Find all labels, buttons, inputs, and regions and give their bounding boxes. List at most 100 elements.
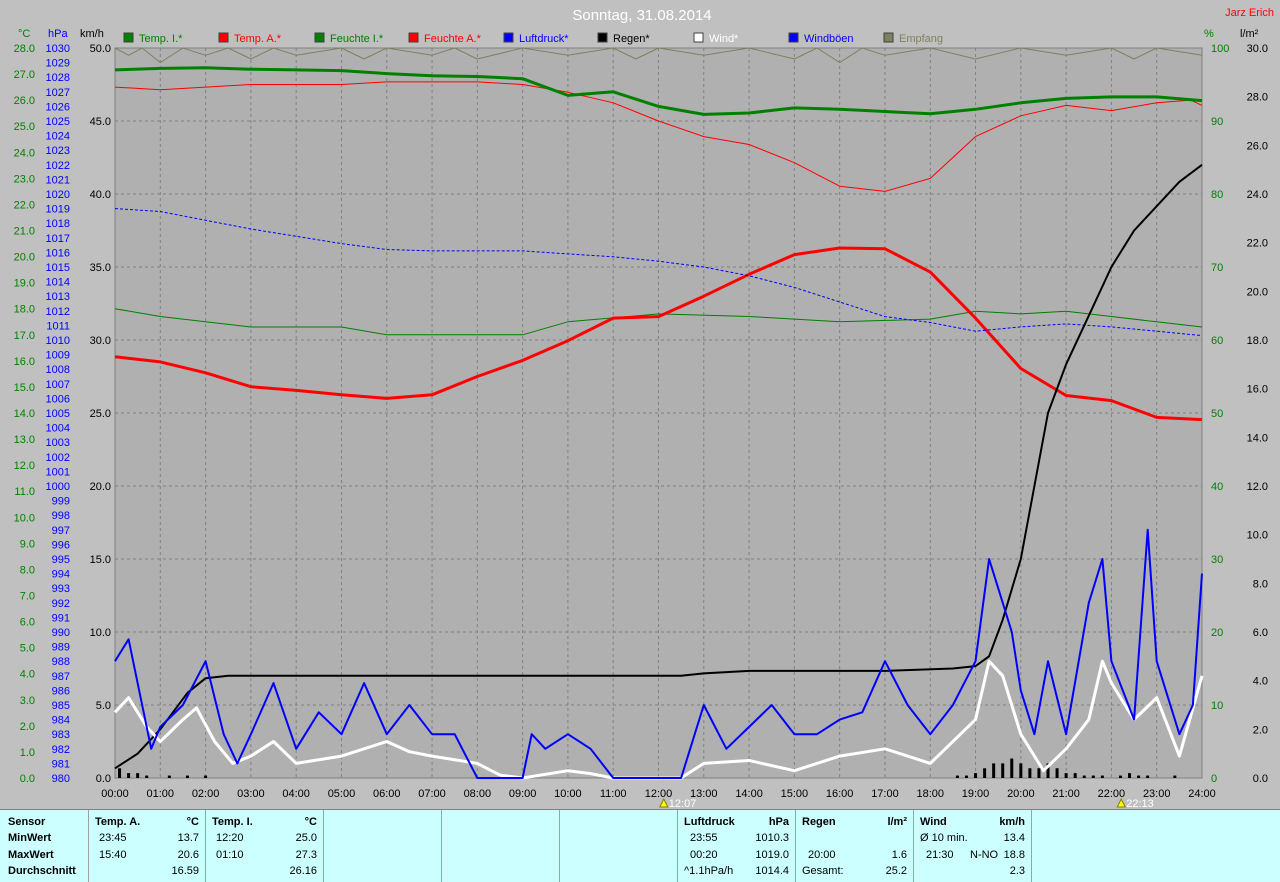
pressure-tick-label: 1006: [46, 393, 70, 405]
pressure-tick-label: 1024: [46, 131, 70, 143]
pressure-tick-label: 1013: [46, 291, 70, 303]
wind-tick-label: 20.0: [90, 481, 111, 493]
temp-tick-label: 5.0: [20, 643, 35, 655]
x-tick-label: 11:00: [600, 788, 627, 800]
x-tick-label: 03:00: [237, 788, 265, 800]
temp-tick-label: 12.0: [14, 460, 35, 472]
temp-tick-label: 14.0: [14, 408, 35, 420]
pressure-tick-label: 1027: [46, 87, 70, 99]
rain-tick-label: 10.0: [1247, 530, 1268, 542]
x-tick-label: 04:00: [282, 788, 310, 800]
rain-bar: [992, 763, 996, 778]
rain-tick-label: 14.0: [1247, 432, 1268, 444]
humidity-tick-label: 30: [1211, 554, 1223, 566]
stats-temp-a: Temp. A. °C 23:45 13.7 15:40 20.6 16.59: [89, 810, 206, 882]
x-tick-label: 24:00: [1188, 788, 1216, 800]
humidity-unit-label: %: [1204, 28, 1214, 40]
rain-bar: [127, 773, 131, 778]
pressure-tick-label: 991: [52, 612, 70, 624]
x-tick-label: 21:00: [1052, 788, 1080, 800]
temp-tick-label: 6.0: [20, 617, 35, 629]
temp-tick-label: 23.0: [14, 173, 35, 185]
rain-bar: [167, 775, 171, 778]
rain-bar: [983, 768, 987, 778]
legend-item-label: Luftdruck*: [519, 33, 569, 45]
pressure-tick-label: 1005: [46, 408, 70, 420]
pressure-tick-label: 1029: [46, 58, 70, 70]
temp-tick-label: 1.0: [20, 747, 35, 759]
x-tick-label: 07:00: [418, 788, 446, 800]
temp-tick-label: 20.0: [14, 252, 35, 264]
humidity-tick-label: 70: [1211, 262, 1223, 274]
legend-item-label: Regen*: [613, 33, 650, 45]
pressure-tick-label: 1015: [46, 262, 70, 274]
x-tick-label: 22:00: [1098, 788, 1126, 800]
pressure-tick-label: 1001: [46, 466, 70, 478]
rain-bar: [955, 775, 959, 778]
temp-tick-label: 2.0: [20, 721, 35, 733]
x-tick-label: 20:00: [1007, 788, 1035, 800]
temp-tick-label: 19.0: [14, 278, 35, 290]
rain-bar: [964, 775, 968, 778]
rain-bar: [1001, 763, 1005, 778]
rain-tick-label: 6.0: [1253, 627, 1268, 639]
rain-tick-label: 2.0: [1253, 724, 1268, 736]
pressure-tick-label: 993: [52, 583, 70, 595]
label-min: MinWert: [8, 832, 52, 844]
rain-tick-label: 4.0: [1253, 676, 1268, 688]
rain-tick-label: 16.0: [1247, 384, 1268, 396]
x-tick-label: 15:00: [781, 788, 809, 800]
rain-bar: [1019, 763, 1023, 778]
rain-bar: [1146, 775, 1150, 778]
rain-bar: [1055, 768, 1059, 778]
temp-tick-label: 21.0: [14, 226, 35, 238]
pressure-tick-label: 1014: [46, 277, 70, 289]
rain-bar: [1037, 768, 1041, 778]
x-tick-label: 01:00: [147, 788, 175, 800]
x-tick-label: 09:00: [509, 788, 537, 800]
x-tick-label: 05:00: [328, 788, 356, 800]
pressure-tick-label: 992: [52, 598, 70, 610]
legend-swatch: [693, 32, 704, 43]
rain-bar: [1137, 775, 1141, 778]
x-tick-label: 18:00: [916, 788, 944, 800]
label-sensor: Sensor: [8, 816, 46, 828]
wind-tick-label: 35.0: [90, 262, 111, 274]
pressure-tick-label: 1007: [46, 379, 70, 391]
legend-swatch: [123, 32, 134, 43]
pressure-tick-label: 981: [52, 758, 70, 770]
humidity-tick-label: 90: [1211, 116, 1223, 128]
pressure-tick-label: 1023: [46, 145, 70, 157]
pressure-tick-label: 1020: [46, 189, 70, 201]
temp-tick-label: 25.0: [14, 121, 35, 133]
pressure-tick-label: 1008: [46, 364, 70, 376]
legend: Temp. I.* Temp. A.* Feuchte I.* Feuchte A.*…: [123, 32, 943, 45]
legend-item-label: Feuchte A.*: [424, 33, 482, 45]
rain-bar: [1128, 773, 1132, 778]
pressure-tick-label: 1021: [46, 174, 70, 186]
legend-swatch: [883, 32, 894, 43]
rain-bar: [185, 775, 189, 778]
temp-tick-label: 22.0: [14, 199, 35, 211]
stats-temp-i: Temp. I. °C 12:20 25.0 01:10 27.3 26.16: [206, 810, 324, 882]
pressure-tick-label: 998: [52, 510, 70, 522]
x-axis-labels: 00:00 01:00 02:00 03:00 04:00 05:00 06:00 07:00…: [101, 788, 1216, 800]
pressure-tick-label: 1009: [46, 350, 70, 362]
x-tick-label: 17:00: [871, 788, 899, 800]
temp-tick-label: 26.0: [14, 95, 35, 107]
temp-tick-label: 3.0: [20, 695, 35, 707]
temp-tick-label: 7.0: [20, 591, 35, 603]
rain-bar: [204, 775, 208, 778]
pressure-tick-label: 996: [52, 539, 70, 551]
legend-item-label: Windböen: [804, 33, 854, 45]
stats-empty-2: [442, 810, 560, 882]
pressure-tick-label: 1011: [46, 320, 70, 332]
temp-tick-label: 28.0: [14, 43, 35, 55]
pressure-tick-label: 1012: [46, 306, 70, 318]
rain-bar: [1091, 775, 1095, 778]
wind-tick-label: 10.0: [90, 627, 111, 639]
rain-tick-label: 0.0: [1253, 773, 1268, 785]
pressure-tick-label: 1003: [46, 437, 70, 449]
stats-labels: Sensor MinWert MaxWert Durchschnitt: [0, 810, 89, 882]
temp-tick-label: 9.0: [20, 538, 35, 550]
